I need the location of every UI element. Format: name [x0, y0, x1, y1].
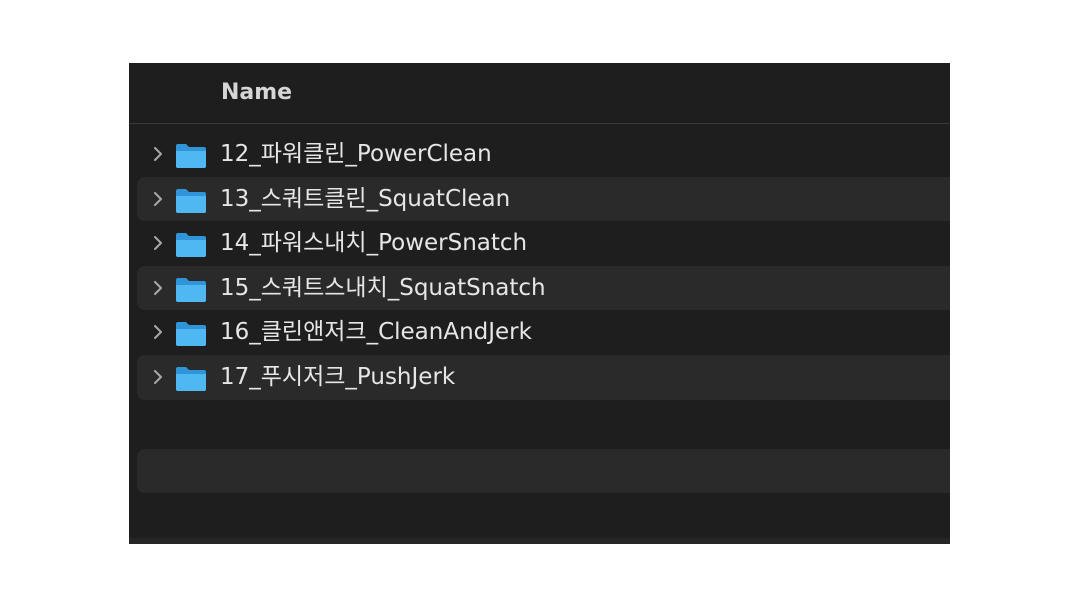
chevron-right-icon[interactable]: [151, 236, 165, 251]
chevron-right-icon[interactable]: [151, 369, 165, 384]
folder-row[interactable]: 14_파워스내치_PowerSnatch: [137, 221, 950, 266]
folder-name: 16_클린앤저크_CleanAndJerk: [220, 319, 532, 346]
chevron-right-icon[interactable]: [151, 280, 165, 295]
bottom-edge: [129, 538, 950, 544]
folder-name: 15_스쿼트스내치_SquatSnatch: [220, 274, 546, 301]
name-column-header[interactable]: Name: [221, 79, 292, 107]
chevron-right-icon[interactable]: [151, 191, 165, 206]
folder-icon: [176, 277, 206, 302]
folder-icon: [176, 366, 206, 391]
folder-icon: [176, 233, 206, 258]
chevron-right-icon[interactable]: [151, 325, 165, 340]
folder-name: 17_푸시저크_PushJerk: [220, 363, 456, 390]
folder-icon: [176, 144, 206, 168]
folder-row[interactable]: 17_푸시저크_PushJerk: [137, 354, 950, 400]
folder-row[interactable]: 12_파워클린_PowerClean: [137, 132, 950, 177]
chevron-right-icon[interactable]: [151, 147, 165, 161]
folder-row[interactable]: 13_스쿼트클린_SquatClean: [137, 176, 950, 222]
empty-row: [137, 449, 950, 493]
folder-icon: [176, 188, 206, 213]
list-header: Name: [129, 63, 950, 124]
folder-name: 13_스쿼트클린_SquatClean: [220, 185, 511, 212]
folder-name: 14_파워스내치_PowerSnatch: [220, 230, 528, 257]
folder-row[interactable]: 16_클린앤저크_CleanAndJerk: [137, 310, 950, 355]
finder-window: Name 12_파워클린_PowerClean 13_스쿼트클린_SquatCl…: [129, 63, 950, 544]
folder-name: 12_파워클린_PowerClean: [220, 141, 492, 167]
folder-list: 12_파워클린_PowerClean 13_스쿼트클린_SquatClean 1…: [129, 132, 950, 400]
folder-icon: [176, 322, 206, 347]
folder-row[interactable]: 15_스쿼트스내치_SquatSnatch: [137, 265, 950, 311]
